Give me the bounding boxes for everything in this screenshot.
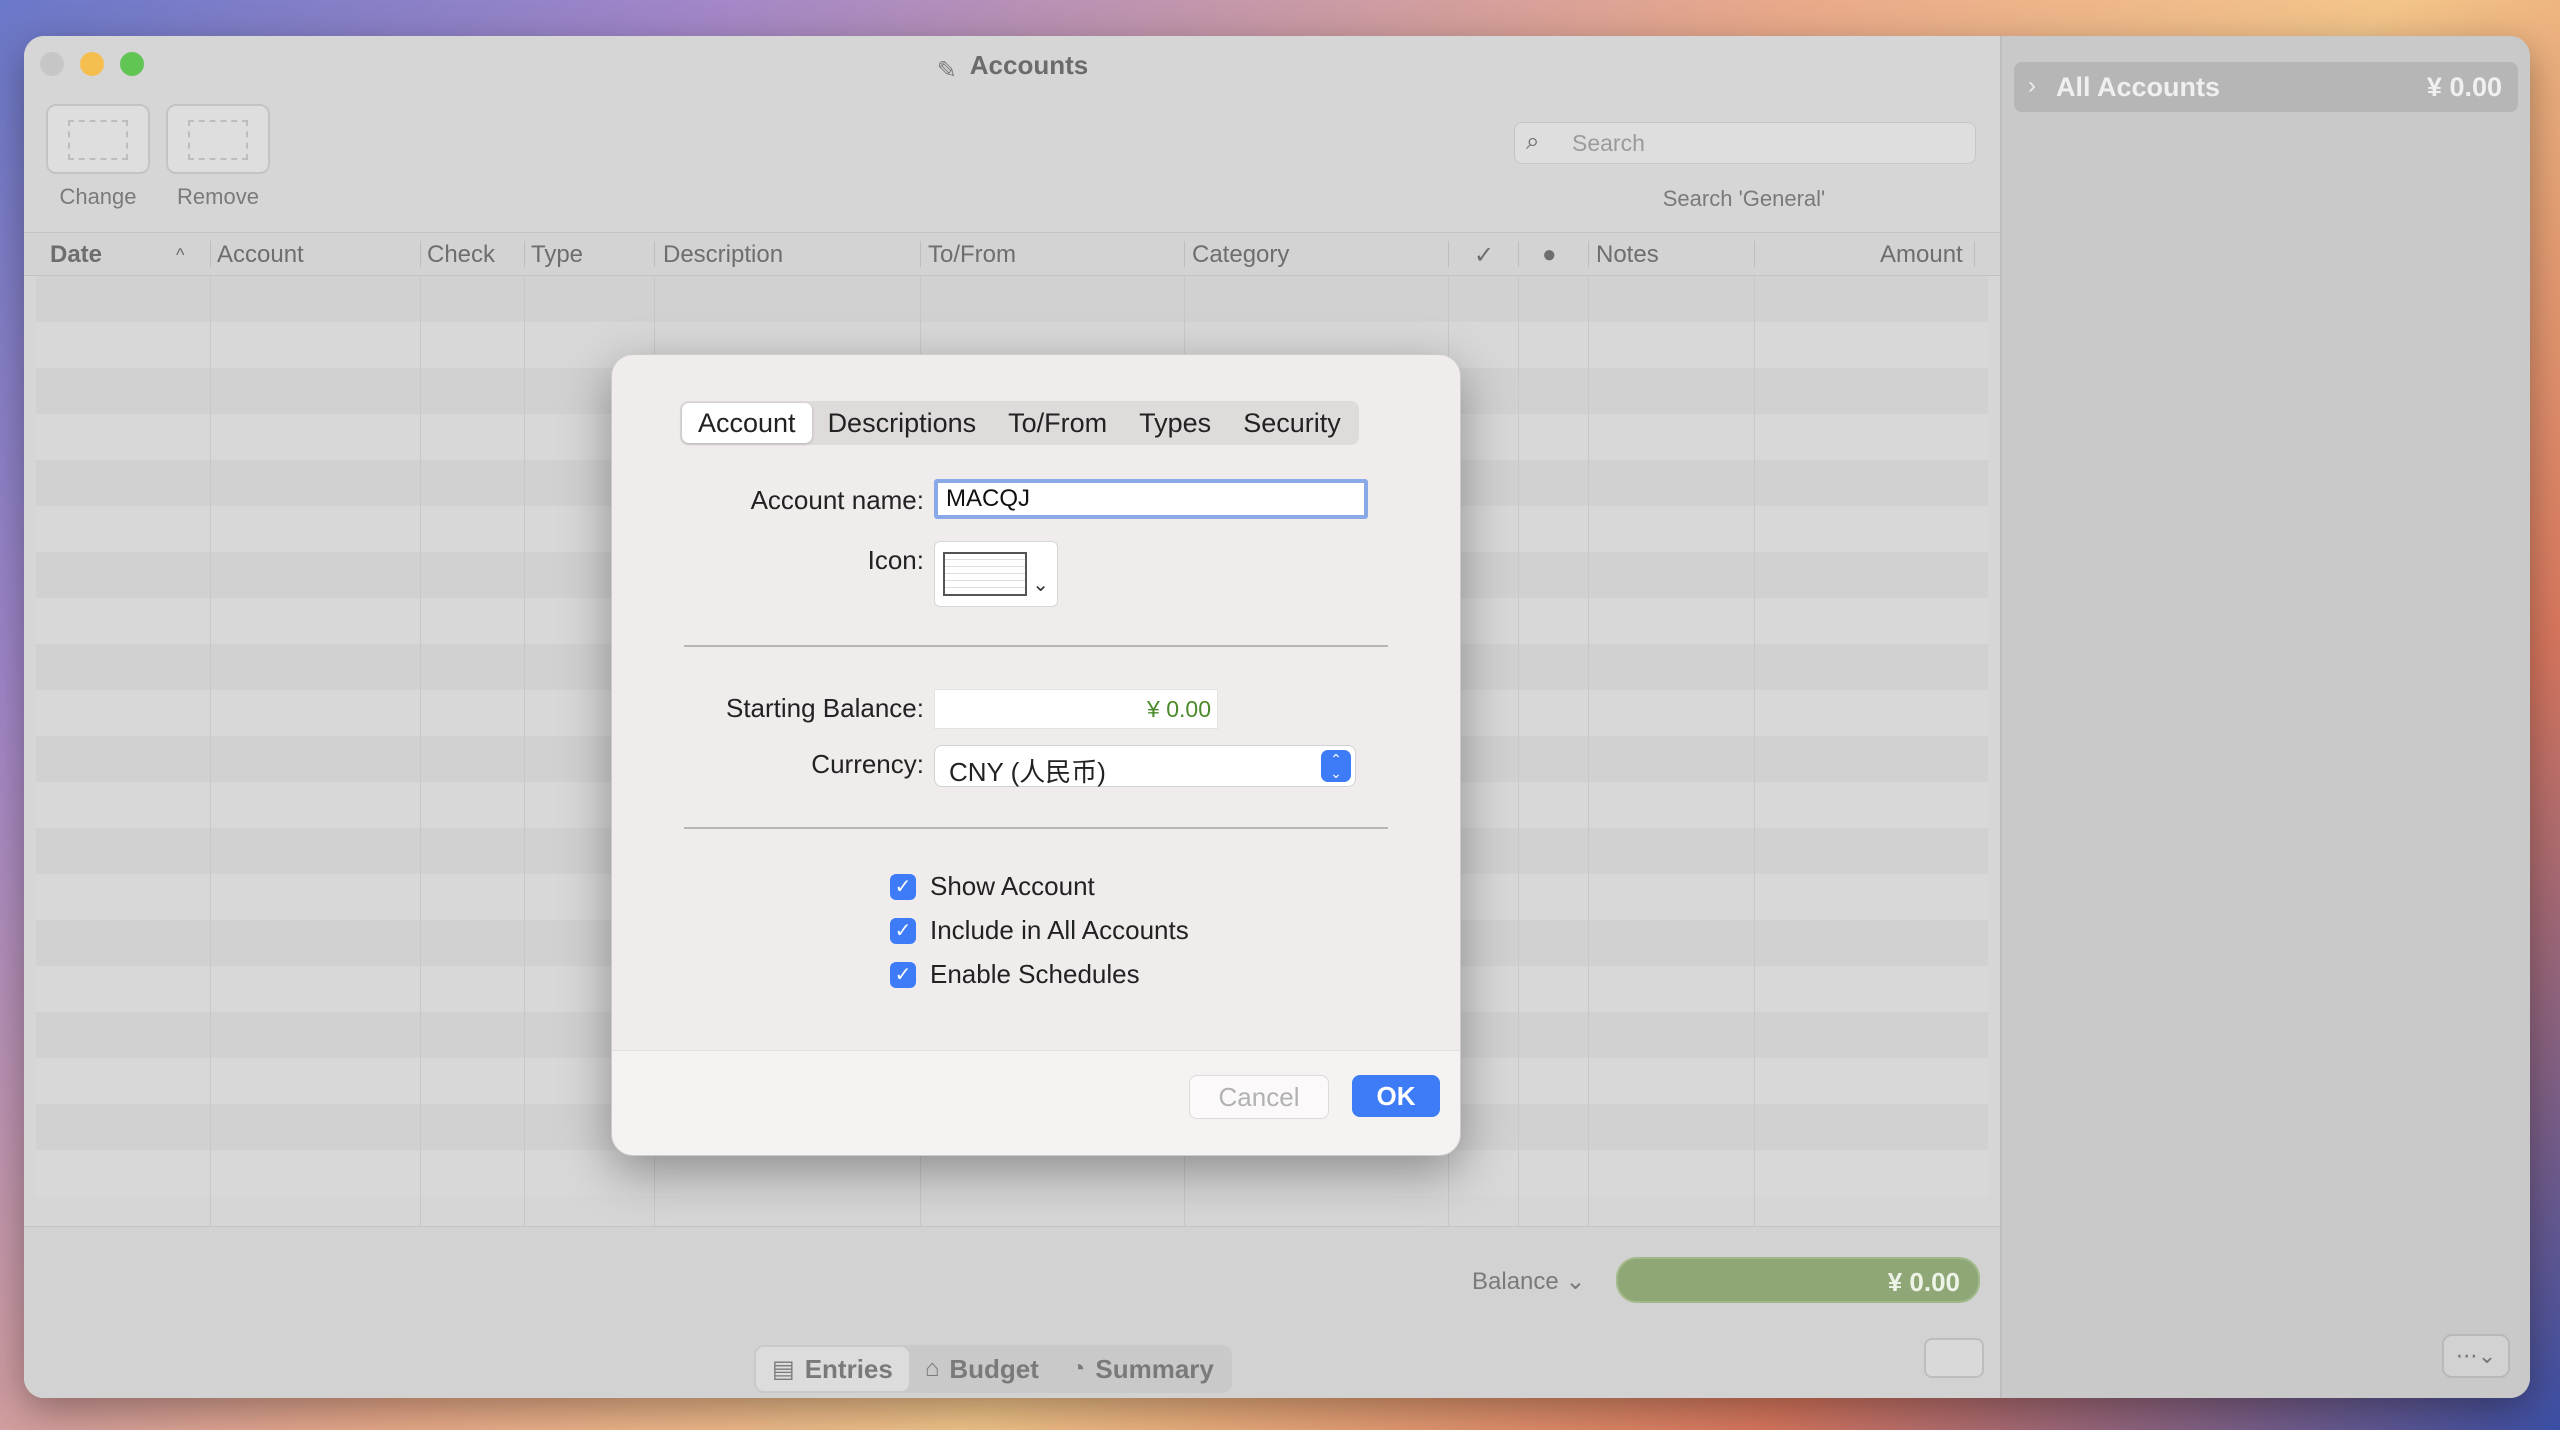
checkmark-icon: ✓ [890, 961, 916, 988]
column-divider [420, 276, 421, 1226]
account-name-field[interactable] [934, 479, 1368, 519]
show-account-label: Show Account [930, 871, 1095, 901]
tab-summary[interactable]: ◔ Summary [1055, 1347, 1230, 1391]
column-divider [1588, 276, 1589, 1226]
tab-account[interactable]: Account [682, 403, 812, 443]
all-accounts-label: All Accounts [2056, 72, 2221, 102]
change-button[interactable]: Change [46, 104, 150, 210]
show-account-checkbox[interactable]: ✓ Show Account [890, 871, 1095, 902]
balance-indicator: ¥ 0.00 [1616, 1257, 1980, 1303]
column-check[interactable]: Check [427, 241, 495, 269]
chevron-right-icon: › [2028, 72, 2036, 99]
column-notes[interactable]: Notes [1596, 241, 1659, 269]
ellipsis-icon: ⋯⌄ [2455, 1343, 2497, 1368]
column-cleared[interactable]: ✓ [1474, 241, 1494, 270]
column-divider [1518, 276, 1519, 1226]
dialog-footer: Cancel OK [612, 1050, 1460, 1155]
window-footer: Balance ⌄ ¥ 0.00 ▤ Entries ⌂ Budget ◔ Summa… [24, 1226, 2000, 1398]
column-description[interactable]: Description [663, 241, 783, 269]
change-label: Change [59, 184, 137, 209]
include-in-all-accounts-label: Include in All Accounts [930, 915, 1189, 945]
column-divider [524, 276, 525, 1226]
search-placeholder: Search [1572, 130, 1645, 156]
view-switcher: ▤ Entries ⌂ Budget ◔ Summary [754, 1345, 1232, 1393]
popup-stepper-icon: ⌃ ⌄ [1321, 750, 1351, 782]
entries-icon: ▤ [772, 1355, 795, 1383]
column-account[interactable]: Account [217, 241, 304, 269]
table-header: Date ^ Account Check Type Description To… [24, 232, 2000, 276]
pie-chart-icon: ◔ [1070, 1355, 1086, 1382]
divider [684, 827, 1388, 829]
dialog-tabs: Account Descriptions To/From Types Secur… [680, 401, 1359, 445]
icon-picker[interactable]: ⌄ [934, 541, 1058, 607]
sidebar: › All Accounts ¥ 0.00 ⋯⌄ [2000, 36, 2530, 1398]
toggle-sidebar-button[interactable] [1924, 1338, 1984, 1378]
window-title: ✎ Accounts [936, 50, 1089, 84]
all-accounts-amount: ¥ 0.00 [2426, 72, 2502, 102]
ok-button[interactable]: OK [1352, 1075, 1440, 1117]
account-name-label: Account name: [750, 485, 924, 515]
column-amount[interactable]: Amount [1880, 241, 1963, 269]
check-icon [943, 552, 1027, 596]
remove-icon [166, 104, 270, 174]
column-date[interactable]: Date [50, 241, 102, 269]
enable-schedules-label: Enable Schedules [930, 959, 1140, 989]
table-row[interactable] [36, 276, 1988, 322]
divider [684, 645, 1388, 647]
column-type[interactable]: Type [531, 241, 583, 269]
column-divider [1754, 276, 1755, 1226]
starting-balance-label: Starting Balance: [725, 693, 924, 723]
column-divider [210, 276, 211, 1226]
budget-icon: ⌂ [924, 1355, 940, 1382]
column-reconciled-icon[interactable]: ● [1542, 241, 1557, 269]
sort-ascending-icon: ^ [176, 245, 185, 265]
remove-button[interactable]: Remove [166, 104, 270, 210]
pencil-icon [46, 104, 150, 174]
tab-to-from[interactable]: To/From [992, 403, 1123, 443]
document-icon: ✎ [936, 57, 957, 84]
accounts-window: ✎ Accounts Change Remove ⌕ Search Search … [24, 36, 2530, 1398]
more-options-button[interactable]: ⋯⌄ [2442, 1334, 2510, 1378]
remove-label: Remove [177, 184, 259, 209]
search-icon: ⌕ [1526, 128, 1540, 155]
account-settings-dialog: Account Descriptions To/From Types Secur… [611, 354, 1461, 1156]
checkmark-icon: ✓ [890, 917, 916, 944]
currency-select[interactable]: CNY (人民币) ⌃ ⌄ [934, 745, 1356, 787]
tab-entries[interactable]: ▤ Entries [756, 1347, 909, 1391]
chevron-down-icon: ⌄ [1032, 574, 1049, 596]
starting-balance-field[interactable]: ¥ 0.00 [934, 689, 1218, 729]
checkmark-icon: ✓ [890, 873, 916, 900]
chevron-down-icon: ⌄ [1565, 1268, 1586, 1295]
cancel-button[interactable]: Cancel [1189, 1075, 1329, 1119]
tab-types[interactable]: Types [1123, 403, 1227, 443]
balance-value: ¥ 0.00 [1887, 1267, 1960, 1297]
table-row[interactable] [36, 1150, 1988, 1196]
tab-descriptions[interactable]: Descriptions [812, 403, 993, 443]
balance-menu[interactable]: Balance ⌄ [1472, 1267, 1586, 1296]
column-category[interactable]: Category [1192, 241, 1289, 269]
search-scope: Search 'General' [1662, 186, 1826, 211]
icon-label: Icon: [867, 545, 924, 575]
sidebar-item-all-accounts[interactable]: › All Accounts ¥ 0.00 [2014, 62, 2518, 112]
starting-balance-value: ¥ 0.00 [1147, 696, 1211, 722]
tab-budget[interactable]: ⌂ Budget [909, 1347, 1055, 1391]
currency-value: CNY (人民币) [949, 757, 1106, 787]
include-in-all-accounts-checkbox[interactable]: ✓ Include in All Accounts [890, 915, 1189, 946]
column-to-from[interactable]: To/From [928, 241, 1016, 269]
search-box[interactable]: ⌕ Search [1514, 122, 2000, 164]
currency-label: Currency: [811, 749, 924, 779]
tab-security[interactable]: Security [1227, 403, 1357, 443]
enable-schedules-checkbox[interactable]: ✓ Enable Schedules [890, 959, 1140, 990]
